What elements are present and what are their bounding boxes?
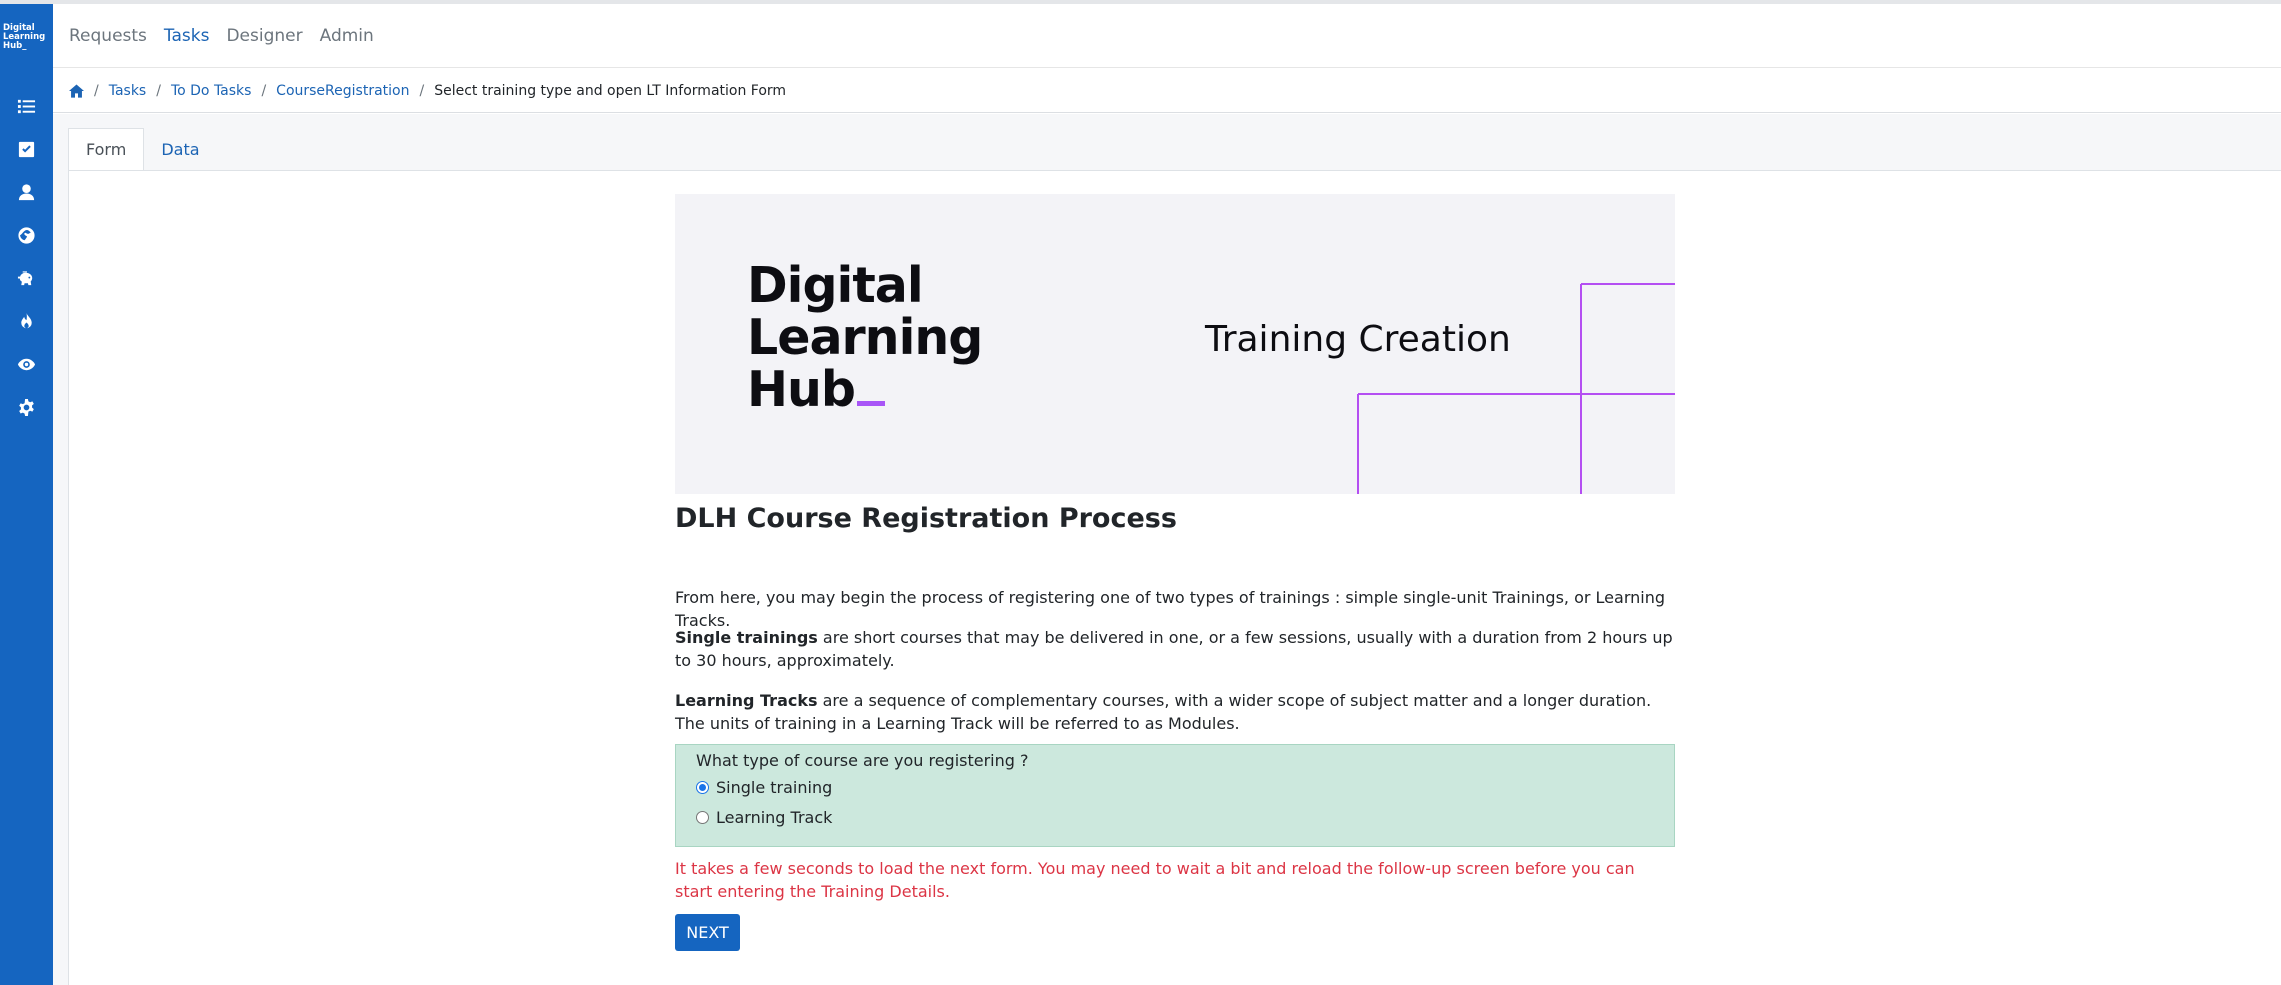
training-creation-banner: Digital Learning Hub Training Creation [675, 194, 1675, 494]
question-label: What type of course are you registering … [696, 751, 1029, 770]
fire-icon[interactable] [0, 306, 53, 336]
home-icon[interactable] [69, 83, 84, 98]
option-single-training[interactable]: Single training [696, 778, 832, 797]
breadcrumb-course-registration[interactable]: CourseRegistration [276, 83, 409, 99]
option-learning-track[interactable]: Learning Track [696, 808, 832, 827]
banner-subtitle: Training Creation [1205, 319, 1511, 360]
nav-designer[interactable]: Designer [226, 26, 302, 46]
check-square-icon[interactable] [0, 134, 53, 164]
top-nav: Requests Tasks Designer Admin [53, 4, 2281, 68]
page-title: DLH Course Registration Process [675, 503, 1177, 534]
course-type-question: What type of course are you registering … [675, 744, 1675, 847]
tab-form[interactable]: Form [68, 128, 145, 171]
app-logo[interactable]: Digital Learning Hub_ [3, 24, 51, 51]
tab-data[interactable]: Data [144, 128, 216, 171]
globe-icon[interactable] [0, 220, 53, 250]
logo-underscore [856, 401, 885, 406]
radio-single-training[interactable] [696, 781, 709, 794]
next-button[interactable]: NEXT [675, 914, 740, 951]
breadcrumb-tasks[interactable]: Tasks [109, 83, 147, 99]
sidebar: Digital Learning Hub_ [0, 4, 53, 985]
breadcrumb-todo-tasks[interactable]: To Do Tasks [171, 83, 252, 99]
radio-learning-track[interactable] [696, 811, 709, 824]
gear-icon[interactable] [0, 392, 53, 422]
eye-icon[interactable] [0, 349, 53, 379]
piggy-bank-icon[interactable] [0, 263, 53, 293]
list-icon[interactable] [0, 91, 53, 121]
nav-admin[interactable]: Admin [320, 26, 374, 46]
user-icon[interactable] [0, 177, 53, 207]
breadcrumb-current: Select training type and open LT Informa… [434, 82, 787, 99]
banner-logo: Digital Learning Hub [747, 257, 983, 418]
nav-tasks[interactable]: Tasks [164, 26, 210, 46]
loading-warning: It takes a few seconds to load the next … [675, 859, 1635, 901]
breadcrumb: / Tasks / To Do Tasks / CourseRegistrati… [53, 69, 2281, 113]
tab-bar: Form Data [68, 128, 217, 171]
single-training-description: Single trainings are short courses that … [675, 628, 1673, 670]
nav-requests[interactable]: Requests [69, 26, 147, 46]
learning-track-description: Learning Tracks are a sequence of comple… [675, 691, 1652, 733]
